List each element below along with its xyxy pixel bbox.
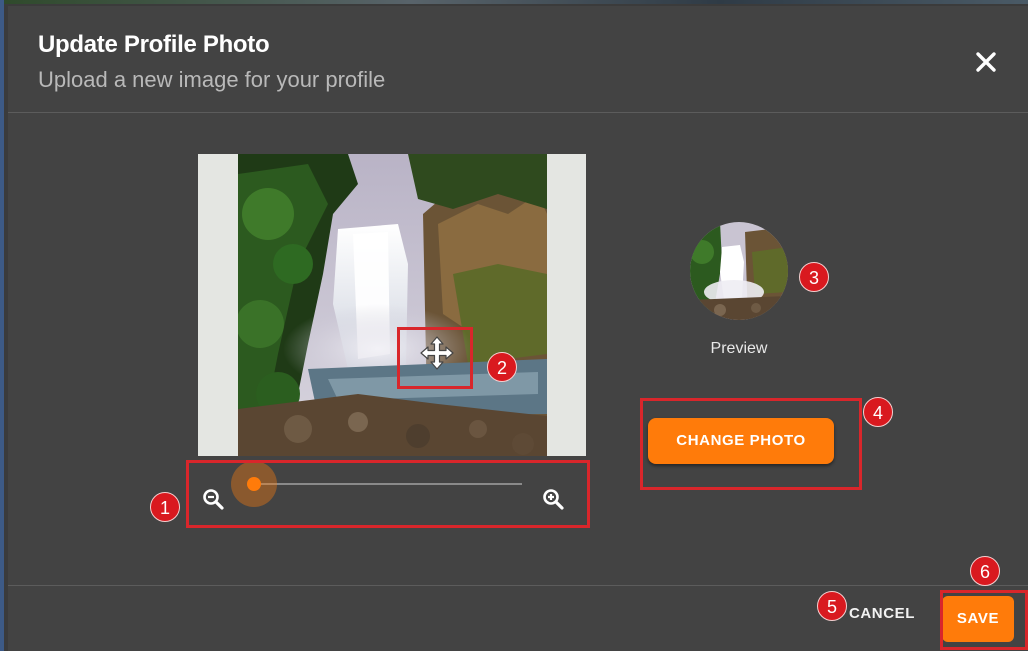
annotation-badge-5: 5 (817, 591, 847, 621)
close-icon (976, 52, 996, 72)
dialog-header: Update Profile Photo Upload a new image … (8, 6, 1028, 113)
annotation-badge-3: 3 (799, 262, 829, 292)
background-edge (0, 0, 4, 651)
annotation-box-4 (640, 398, 862, 490)
footer-divider (8, 585, 1028, 586)
preview-label: Preview (710, 340, 768, 357)
background-strip (0, 0, 1028, 4)
annotation-badge-6: 6 (970, 556, 1000, 586)
annotation-box-2 (397, 327, 473, 389)
annotation-badge-2: 2 (487, 352, 517, 382)
annotation-badge-4: 4 (863, 397, 893, 427)
dialog-title: Update Profile Photo (38, 31, 270, 58)
dialog-subtitle: Upload a new image for your profile (38, 67, 386, 92)
crop-area[interactable] (198, 154, 586, 456)
annotation-badge-1: 1 (150, 492, 180, 522)
preview-avatar (690, 222, 788, 320)
annotation-box-1 (186, 460, 590, 528)
photo-waterfall[interactable] (238, 154, 547, 456)
close-button[interactable] (968, 44, 1004, 80)
cancel-button[interactable]: CANCEL (842, 600, 922, 628)
annotation-box-6 (940, 590, 1028, 650)
